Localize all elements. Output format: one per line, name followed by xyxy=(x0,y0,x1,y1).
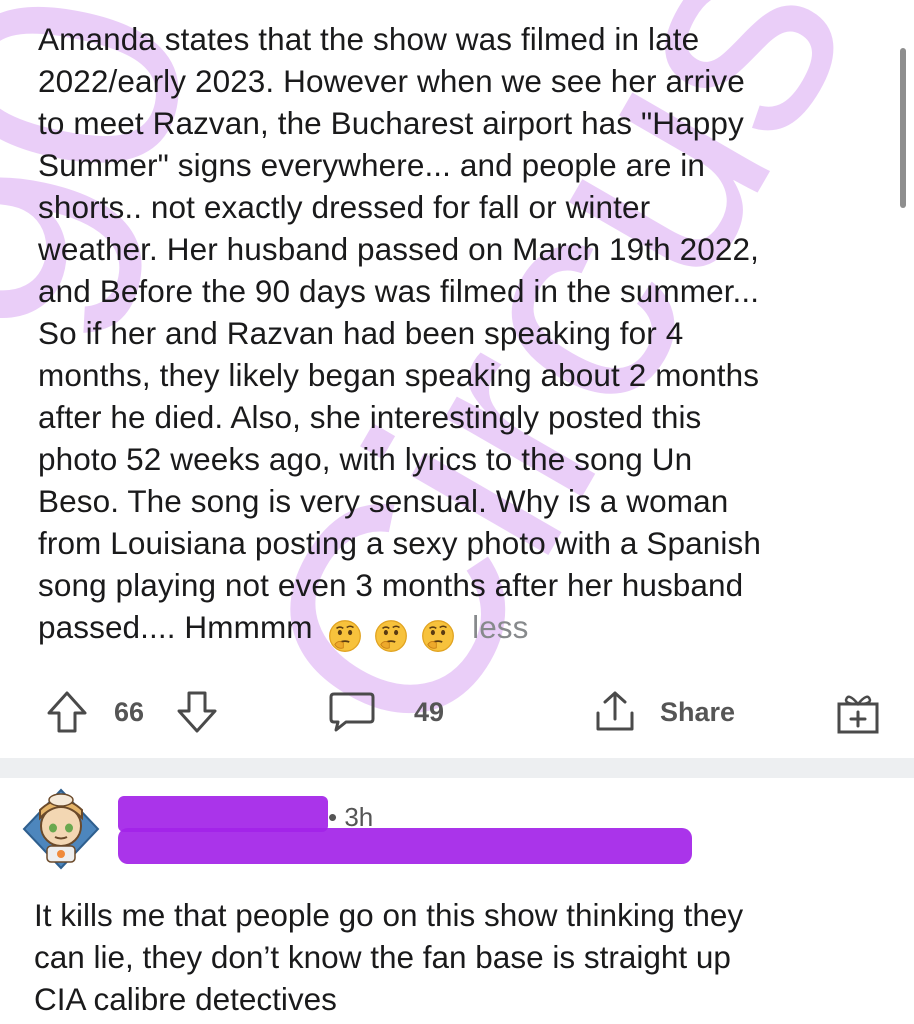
emoji-group xyxy=(328,612,460,654)
award-gift-icon xyxy=(837,695,879,734)
post-body-line: Beso. The song is very sensual. Why is a… xyxy=(38,483,729,519)
downvote-button[interactable] xyxy=(176,680,218,744)
upvote-button[interactable] xyxy=(46,680,88,744)
comment-body-line: CIA calibre detectives xyxy=(34,981,337,1017)
post-body: Amanda states that the show was filmed i… xyxy=(38,18,878,654)
post-body-line: photo 52 weeks ago, with lyrics to the s… xyxy=(38,441,693,477)
thinking-face-icon xyxy=(328,619,361,652)
avatar[interactable] xyxy=(20,788,102,870)
redacted-flair xyxy=(118,828,692,864)
post-body-last-line: passed.... Hmmmm less xyxy=(38,606,878,654)
downvote-arrow-icon xyxy=(177,691,217,733)
vote-count: 66 xyxy=(114,680,144,744)
share-label: Share xyxy=(660,696,736,727)
comment-bubble-icon xyxy=(329,692,375,732)
share-button[interactable]: Share xyxy=(592,680,735,744)
post-body-line: 2022/early 2023. However when we see her… xyxy=(38,63,745,99)
upvote-count: 66 xyxy=(114,696,145,727)
post-action-bar: 66 49 Share xyxy=(0,680,914,744)
post-body-line: Amanda states that the show was filmed i… xyxy=(38,21,700,57)
post-body-line: months, they likely began speaking about… xyxy=(38,357,760,393)
post-body-line: and Before the 90 days was filmed in the… xyxy=(38,273,760,309)
comments-button[interactable] xyxy=(328,680,376,744)
comment-body-line: It kills me that people go on this show … xyxy=(34,897,744,933)
post-body-line: passed.... Hmmmm xyxy=(38,609,313,645)
section-divider xyxy=(0,758,914,778)
comment-count-wrap: 49 xyxy=(414,680,444,744)
post-body-line: to meet Razvan, the Bucharest airport ha… xyxy=(38,105,744,141)
post-body-line: song playing not even 3 months after her… xyxy=(38,567,744,603)
thinking-face-icon xyxy=(422,619,455,652)
comment-count: 49 xyxy=(414,696,445,727)
less-link[interactable]: less xyxy=(472,609,528,645)
post-body-line: weather. Her husband passed on March 19t… xyxy=(38,231,759,267)
post-body-line: So if her and Razvan had been speaking f… xyxy=(38,315,684,351)
post-body-line: shorts.. not exactly dressed for fall or… xyxy=(38,189,651,225)
upvote-arrow-icon xyxy=(47,691,87,733)
redacted-username xyxy=(118,796,328,832)
comment-body-line: can lie, they don’t know the fan base is… xyxy=(34,939,731,975)
comment-body: It kills me that people go on this show … xyxy=(34,894,894,1020)
scrollbar[interactable] xyxy=(900,48,906,208)
post-body-line: Summer" signs everywhere... and people a… xyxy=(38,147,706,183)
award-button[interactable] xyxy=(834,680,882,744)
post-body-line: after he died. Also, she interestingly p… xyxy=(38,399,702,435)
post-body-line: from Louisiana posting a sexy photo with… xyxy=(38,525,761,561)
comment-timestamp: • 3h xyxy=(328,802,374,832)
comment-header: • 3h xyxy=(20,788,900,878)
share-icon xyxy=(596,691,634,731)
thinking-face-icon xyxy=(375,619,408,652)
